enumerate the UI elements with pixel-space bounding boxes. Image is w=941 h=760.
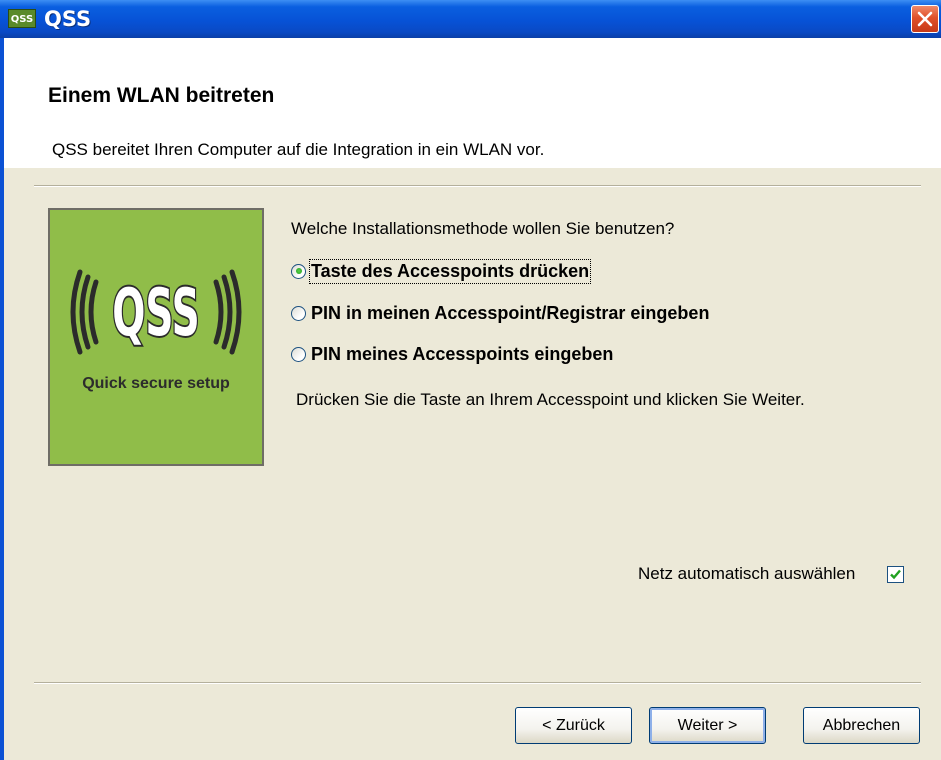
method-hint: Drücken Sie die Taste an Ihrem Accesspoi… [296,390,805,409]
radio-indicator[interactable] [291,346,306,362]
radio-option-pin-accesspoint[interactable]: PIN meines Accesspoints eingeben [291,342,613,366]
page-title: Einem WLAN beitreten [48,84,275,107]
method-question: Welche Installationsmethode wollen Sie b… [291,219,675,238]
title-bar[interactable]: QSS QSS [0,0,941,38]
qss-dialog-window: QSS QSS Einem WLAN beitreten QSS bereite… [0,0,941,760]
qss-logo: QSS Quick secure setup [48,208,264,466]
radio-option-label[interactable]: PIN in meinen Accesspoint/Registrar eing… [311,303,709,324]
close-button[interactable] [911,5,939,33]
window-title: QSS [44,7,92,31]
back-button[interactable]: < Zurück [515,707,632,744]
qss-logo-icon: QSS [70,269,242,355]
auto-select-network-label[interactable]: Netz automatisch auswählen [638,564,855,584]
footer-divider [34,682,921,684]
auto-select-network-checkbox[interactable] [887,566,904,583]
page-subtitle: QSS bereitet Ihren Computer auf die Inte… [52,140,545,159]
cancel-button[interactable]: Abbrechen [803,707,920,744]
radio-option-label[interactable]: Taste des Accesspoints drücken [308,258,592,284]
qss-app-icon: QSS [8,9,36,28]
qss-logo-mark: QSS [112,274,200,350]
radio-option-push-button[interactable]: Taste des Accesspoints drücken [291,258,592,284]
radio-option-label[interactable]: PIN meines Accesspoints eingeben [311,344,613,365]
radio-selected-indicator[interactable] [291,263,306,279]
radio-indicator[interactable] [291,305,306,321]
checkmark-icon [890,569,901,580]
next-button[interactable]: Weiter > [649,707,766,744]
qss-logo-tagline: Quick secure setup [82,375,230,392]
header-divider [34,185,921,187]
close-icon [917,11,933,27]
back-button-label: < Zurück [542,716,605,734]
radio-option-pin-registrar[interactable]: PIN in meinen Accesspoint/Registrar eing… [291,301,709,325]
next-button-label: Weiter > [677,716,738,734]
cancel-button-label: Abbrechen [822,716,901,734]
